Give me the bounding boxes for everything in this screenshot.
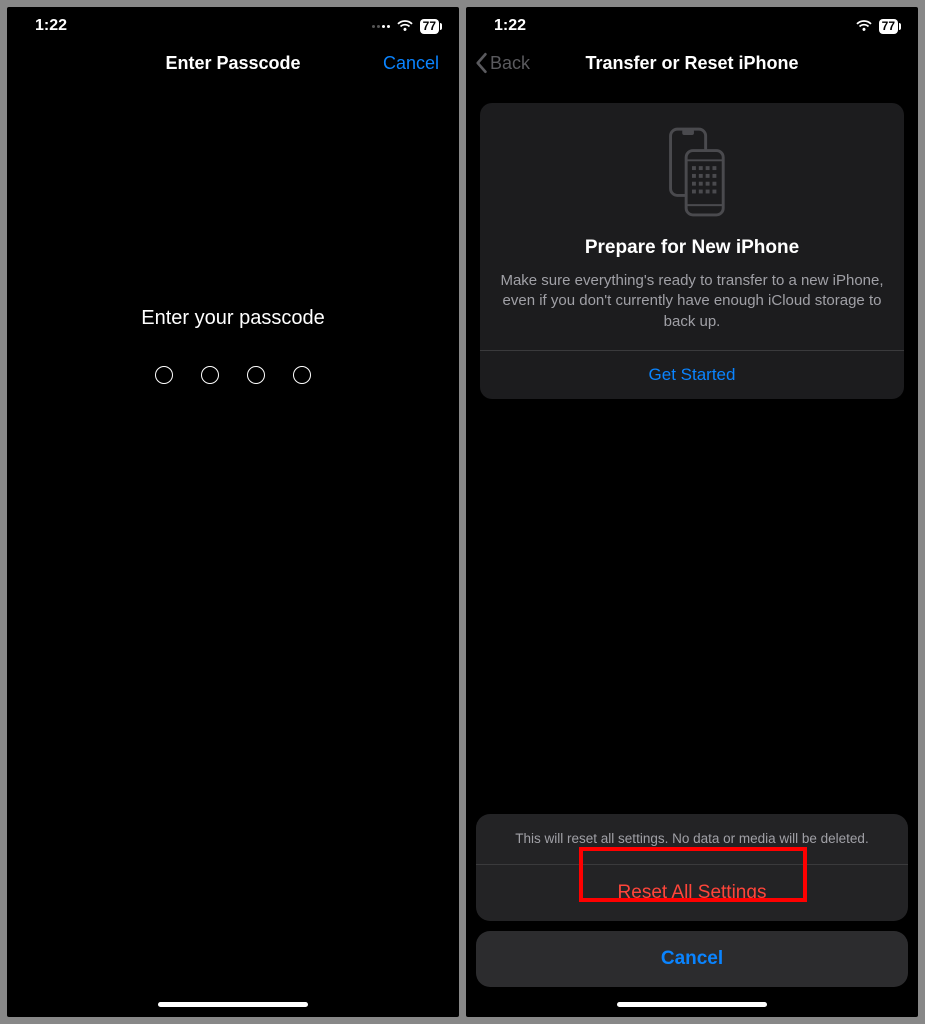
status-bar: 1:22 77	[466, 7, 918, 39]
nav-title: Transfer or Reset iPhone	[585, 53, 798, 74]
wifi-icon	[396, 19, 414, 33]
status-right: 77	[855, 19, 898, 34]
card-description: Make sure everything's ready to transfer…	[498, 271, 886, 332]
passcode-dot	[247, 366, 265, 384]
sheet-group: This will reset all settings. No data or…	[476, 814, 908, 921]
passcode-dot	[293, 366, 311, 384]
passcode-dot	[201, 366, 219, 384]
card-body: Prepare for New iPhone Make sure everyth…	[480, 103, 904, 350]
back-button[interactable]: Back	[474, 52, 530, 74]
get-started-button[interactable]: Get Started	[480, 350, 904, 399]
battery-icon: 77	[420, 19, 439, 34]
passcode-area: Enter your passcode	[7, 307, 459, 384]
status-time: 1:22	[494, 17, 526, 35]
home-indicator[interactable]	[617, 1002, 767, 1007]
sheet-message: This will reset all settings. No data or…	[476, 814, 908, 864]
back-label: Back	[490, 53, 530, 74]
action-sheet: This will reset all settings. No data or…	[476, 814, 908, 987]
reset-screen: 1:22 77 Back Transfer or Reset iPhone	[466, 7, 918, 1017]
passcode-dot	[155, 366, 173, 384]
battery-icon: 77	[879, 19, 898, 34]
status-bar: 1:22 77	[7, 7, 459, 39]
passcode-dots	[7, 366, 459, 384]
nav-bar: Back Transfer or Reset iPhone	[466, 39, 918, 87]
status-right: 77	[372, 19, 439, 34]
cancel-button[interactable]: Cancel	[383, 53, 439, 74]
status-time: 1:22	[35, 17, 67, 35]
card-title: Prepare for New iPhone	[498, 237, 886, 259]
home-indicator[interactable]	[158, 1002, 308, 1007]
passcode-prompt: Enter your passcode	[7, 307, 459, 330]
wifi-icon	[855, 19, 873, 33]
nav-title: Enter Passcode	[165, 53, 300, 74]
reset-all-settings-button[interactable]: Reset All Settings	[476, 864, 908, 921]
sheet-cancel-button[interactable]: Cancel	[476, 931, 908, 987]
phones-icon	[498, 125, 886, 219]
cellular-icon	[372, 25, 390, 28]
passcode-screen: 1:22 77 Enter Passcode Cancel Enter your…	[7, 7, 459, 1017]
prepare-card: Prepare for New iPhone Make sure everyth…	[480, 103, 904, 399]
nav-bar: Enter Passcode Cancel	[7, 39, 459, 87]
